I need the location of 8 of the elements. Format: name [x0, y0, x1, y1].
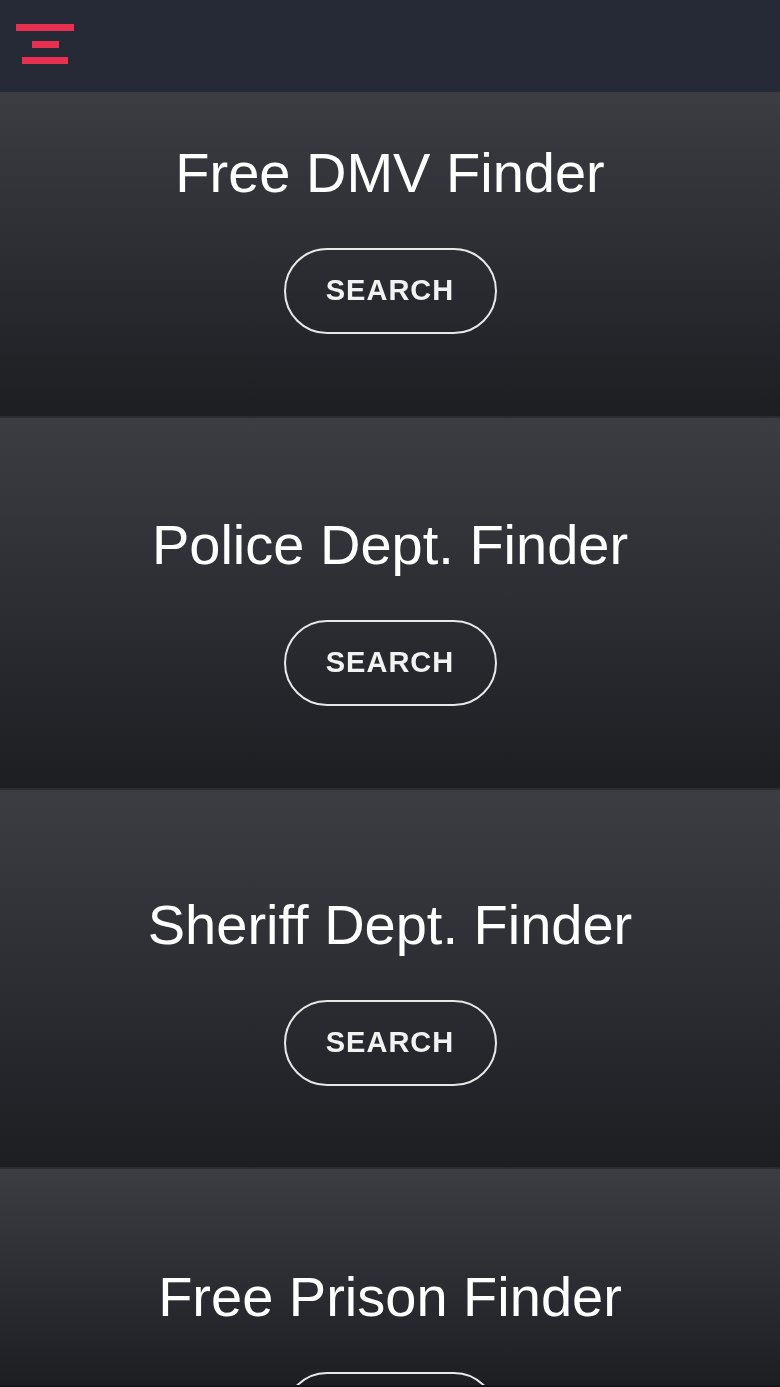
- card-title: Free DMV Finder: [174, 140, 606, 206]
- card-title: Sheriff Dept. Finder: [146, 892, 634, 958]
- card-title: Police Dept. Finder: [150, 512, 630, 578]
- card-title: Free Prison Finder: [157, 1264, 623, 1330]
- menu-icon[interactable]: [16, 24, 74, 66]
- search-button[interactable]: SEARCH: [283, 1000, 497, 1086]
- search-button[interactable]: SEARCH: [283, 248, 497, 334]
- search-button[interactable]: SEARCH: [283, 620, 497, 706]
